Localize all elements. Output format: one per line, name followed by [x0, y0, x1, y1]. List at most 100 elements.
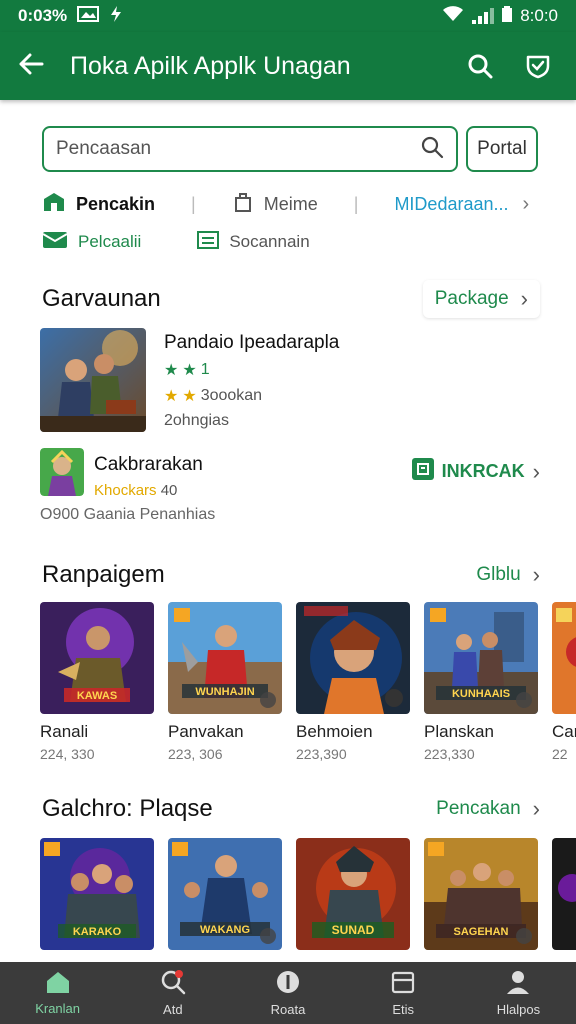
- game-count: 224, 330: [40, 746, 95, 762]
- signal-icon: [472, 8, 495, 24]
- battery-icon: [502, 5, 513, 27]
- game-name: Ranali: [40, 722, 89, 741]
- game-art: [552, 838, 576, 950]
- filter-meime[interactable]: Meime: [232, 191, 318, 218]
- filter-label: Pelcaalii: [78, 232, 142, 251]
- game-card[interactable]: [552, 838, 576, 962]
- nav-etis[interactable]: Etis: [346, 962, 461, 1024]
- star-icon: ★: [182, 362, 197, 379]
- art-text: SAGEHAN: [453, 926, 508, 938]
- filter-pencakin[interactable]: Pencakin: [42, 191, 155, 218]
- status-bar: 0:03% 8:0:0: [0, 0, 576, 32]
- game-name: Behmoien: [296, 722, 373, 741]
- nav-home[interactable]: Kranlan: [0, 962, 115, 1024]
- game-count: 223, 306: [168, 746, 223, 762]
- star-icon: ★: [182, 388, 197, 405]
- battery-text: 8:0:0: [520, 6, 558, 25]
- game-name: Panvakan: [168, 722, 244, 741]
- filter-midedaraan[interactable]: MIDedaraan... ›: [394, 193, 529, 216]
- calendar-icon: [390, 969, 416, 998]
- ranking-section-header: Ranpaigem Glblu ›: [42, 558, 540, 592]
- search-icon[interactable]: [460, 46, 500, 86]
- game-card[interactable]: WAKANG: [168, 838, 282, 962]
- art-text: WAKANG: [200, 924, 250, 936]
- see-all-link[interactable]: Pencakan ›: [436, 796, 540, 822]
- status-time: 0:03%: [18, 6, 68, 25]
- package-link[interactable]: Package ›: [423, 280, 540, 318]
- nav-search[interactable]: Atd: [115, 962, 230, 1024]
- galchro-section-header: Galchro: Plaqse Pencakan ›: [42, 792, 540, 826]
- nav-label: Hlalpos: [496, 1002, 541, 1017]
- game-card[interactable]: SAGEHAN: [424, 838, 538, 962]
- game-card[interactable]: WUNHAJIN Panvakan 223, 306: [168, 602, 282, 772]
- art-text: KUNHAAIS: [452, 688, 510, 700]
- ranking-carousel: KAWAS Ranali 224, 330 WUNHAJIN Panvakan …: [40, 602, 576, 772]
- nav-label: Etis: [392, 1002, 415, 1017]
- store-icon: [42, 191, 66, 218]
- wifi-icon: [442, 5, 464, 27]
- bag-icon: [232, 191, 254, 218]
- game-card[interactable]: KARAKO: [40, 838, 154, 962]
- game-card[interactable]: Behmoien 223,390: [296, 602, 410, 772]
- filter-socannain[interactable]: Socannain: [197, 230, 310, 255]
- search-input[interactable]: [56, 138, 420, 160]
- app-rating: Khockars 40: [94, 482, 177, 499]
- nav-profile[interactable]: Hlalpos: [461, 962, 576, 1024]
- section-title: Ranpaigem: [42, 561, 165, 588]
- nav-roata[interactable]: Roata: [230, 962, 345, 1024]
- filter-label: MIDedaraan...: [394, 193, 509, 214]
- featured-app-item[interactable]: Cakbrarakan Khockars 40 O900 Gaania Pena…: [40, 448, 540, 528]
- app-bar: Поka Apilk Applk Unagan: [0, 32, 576, 100]
- game-card[interactable]: Car 22: [552, 602, 576, 772]
- featured-app-item[interactable]: Pandaio Ipeadarapla ★ ★ 1 ★ ★ 3oookan 2o…: [40, 328, 540, 432]
- shield-check-icon[interactable]: [518, 46, 558, 86]
- chevron-right-icon: ›: [520, 286, 528, 311]
- filter-row-secondary: Pelcaalii Socannain: [42, 228, 542, 256]
- game-art: SUNAD: [296, 838, 410, 950]
- game-art: KAWAS: [40, 602, 154, 714]
- filter-label: Pencakin: [76, 193, 156, 214]
- filter-label: Meime: [263, 193, 318, 214]
- download-icon: [411, 458, 434, 485]
- link-label: Pencakan: [436, 798, 521, 819]
- nav-label: Roata: [270, 1002, 306, 1017]
- game-name: Car: [552, 722, 576, 741]
- game-card[interactable]: KAWAS Ranali 224, 330: [40, 602, 154, 772]
- star-count: 1: [200, 361, 210, 378]
- see-all-link[interactable]: Glblu ›: [476, 562, 540, 588]
- app-icon: [40, 448, 84, 496]
- search-icon[interactable]: [420, 135, 444, 164]
- chevron-right-icon: ›: [532, 562, 540, 587]
- game-card[interactable]: KUNHAAIS Planskan 223,330: [424, 602, 538, 772]
- link-label: Package: [434, 288, 509, 309]
- rating-value: 40: [160, 482, 178, 499]
- rating-text: 3oookan: [200, 387, 263, 404]
- art-text: KAWAS: [77, 690, 117, 702]
- app-thumbnail: [40, 328, 146, 432]
- filter-pelcaalii[interactable]: Pelcaalii: [42, 230, 141, 255]
- nav-label: Atd: [163, 1002, 183, 1017]
- home-icon: [45, 970, 71, 997]
- art-text: KARAKO: [73, 926, 122, 938]
- star-icon: ★: [164, 388, 179, 405]
- portal-button[interactable]: Portal: [466, 126, 538, 172]
- filter-separator: |: [191, 193, 196, 214]
- game-count: 223,390: [296, 746, 347, 762]
- game-art: SAGEHAN: [424, 838, 538, 950]
- mail-icon: [42, 230, 68, 255]
- game-card[interactable]: SUNAD: [296, 838, 410, 962]
- section-title: Galchro: Plaqse: [42, 795, 213, 822]
- chevron-right-icon: ›: [532, 458, 540, 484]
- game-art: [552, 602, 576, 714]
- install-button[interactable]: INKRCAK ›: [411, 458, 540, 485]
- app-bar-title: Поka Apilk Applk Unagan: [70, 51, 351, 80]
- info-icon: [275, 969, 301, 998]
- back-arrow-icon[interactable]: [18, 49, 64, 83]
- app-name: Cakbrarakan: [94, 454, 203, 475]
- app-meta: 2ohngias: [164, 412, 229, 429]
- list-icon: [197, 230, 220, 255]
- game-art: WAKANG: [168, 838, 282, 950]
- gallery-notification-icon: [77, 5, 100, 27]
- rating-prefix: Khockars: [94, 482, 157, 499]
- filter-separator: |: [353, 193, 359, 214]
